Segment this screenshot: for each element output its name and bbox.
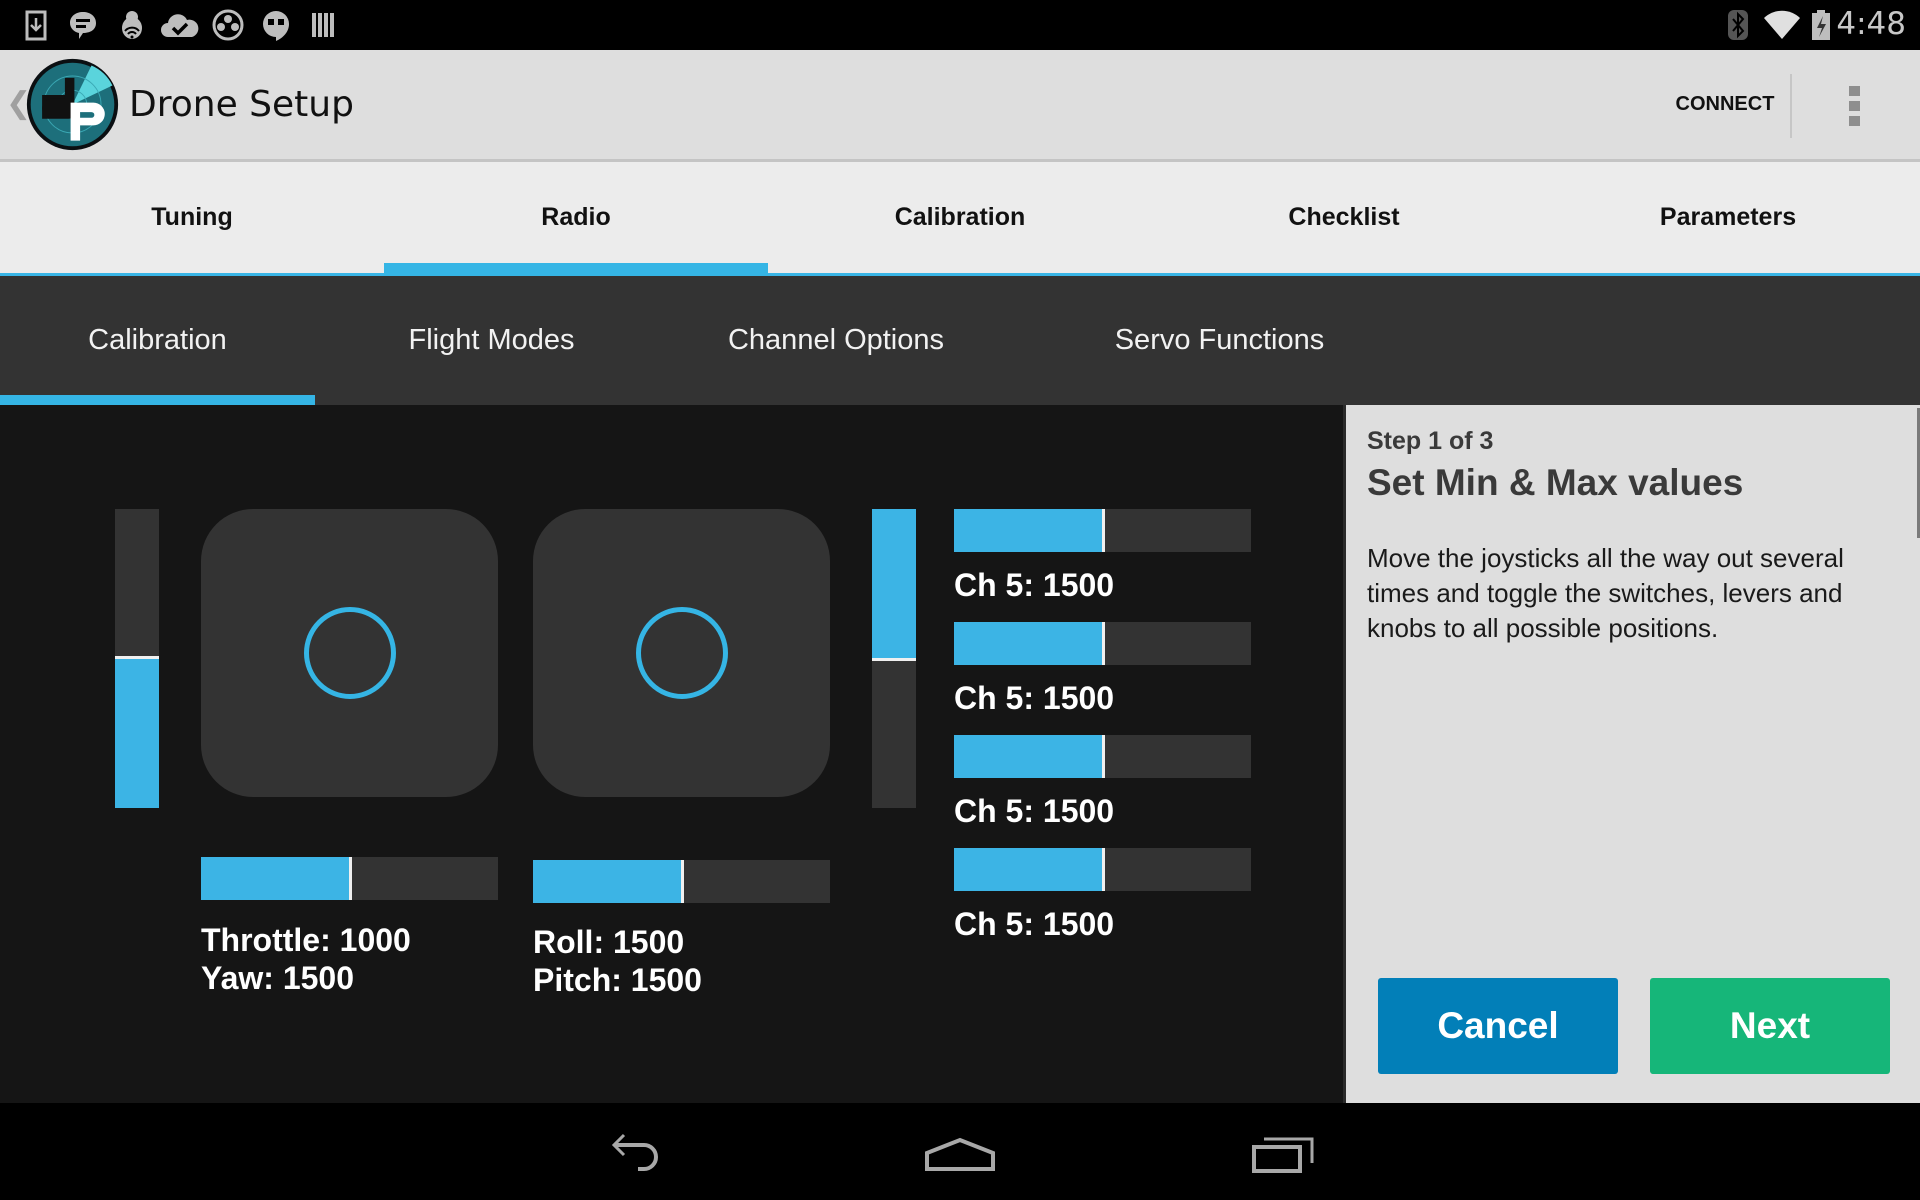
chat-icon xyxy=(70,12,96,39)
bar-fill xyxy=(954,509,1103,552)
subtab-label: Servo Functions xyxy=(1114,324,1325,356)
calibration-wizard-panel: Step 1 of 3 Set Min & Max values Move th… xyxy=(1343,405,1920,1103)
bar-marker xyxy=(1102,622,1105,665)
tab-label: Calibration xyxy=(894,203,1026,231)
overflow-dot xyxy=(1849,86,1860,96)
channel-bar xyxy=(954,509,1251,552)
subtab-label: Channel Options xyxy=(727,324,945,356)
bar-marker xyxy=(349,857,352,900)
debug-bug-icon xyxy=(122,11,142,39)
right-joystick-knob[interactable] xyxy=(636,607,728,699)
yaw-value: Yaw: 1500 xyxy=(201,960,354,996)
radio-calibration-panel: Throttle: 1000 Yaw: 1500 Roll: 1500 Pitc… xyxy=(0,405,1343,1103)
download-icon xyxy=(25,10,47,41)
roll-value: Roll: 1500 xyxy=(533,924,685,960)
channel-bar xyxy=(954,735,1251,778)
subtab-label: Calibration xyxy=(88,324,227,356)
bar-fill xyxy=(115,658,159,808)
yaw-horizontal-bar xyxy=(201,857,498,900)
bar-fill xyxy=(533,860,682,903)
action-bar-divider xyxy=(1790,74,1792,138)
tab-label: Tuning xyxy=(151,203,233,231)
selected-tab-indicator xyxy=(384,263,768,276)
status-bar: 4:48 xyxy=(0,0,1920,50)
action-bar: ❮ Drone Setup CONNECT xyxy=(0,50,1920,162)
tab-radio[interactable]: Radio xyxy=(384,162,768,276)
roll-horizontal-bar xyxy=(533,860,830,903)
bar-marker xyxy=(872,658,916,661)
bar-marker xyxy=(1102,735,1105,778)
wifi-icon xyxy=(1764,10,1800,39)
bar-fill xyxy=(954,735,1103,778)
barcode-icon xyxy=(312,13,334,37)
home-icon[interactable] xyxy=(915,1123,1005,1183)
connect-button[interactable]: CONNECT xyxy=(1660,50,1790,159)
subtab-servo-functions[interactable]: Servo Functions xyxy=(1004,276,1435,405)
selected-subtab-indicator xyxy=(0,395,315,405)
bar-fill xyxy=(954,622,1103,665)
channel-bar xyxy=(954,622,1251,665)
throttle-value: Throttle: 1000 xyxy=(201,922,411,958)
step-indicator: Step 1 of 3 xyxy=(1367,427,1494,455)
cloud-check-icon xyxy=(161,14,199,37)
circles-app-icon xyxy=(212,9,244,41)
pitch-vertical-bar xyxy=(872,509,916,808)
channel-bar xyxy=(954,848,1251,891)
overflow-dot xyxy=(1849,116,1860,126)
app-logo[interactable] xyxy=(25,57,120,152)
step-instructions: Move the joysticks all the way out sever… xyxy=(1367,543,1844,643)
navigation-bar xyxy=(0,1103,1920,1200)
next-button[interactable]: Next xyxy=(1650,978,1890,1074)
left-joystick-pad[interactable] xyxy=(201,509,498,797)
right-joystick-pad[interactable] xyxy=(533,509,830,797)
main-tab-bar: Tuning Radio Calibration Checklist Param… xyxy=(0,162,1920,276)
subtab-label: Flight Modes xyxy=(408,324,575,356)
step-title: Set Min & Max values xyxy=(1367,462,1744,503)
back-icon[interactable] xyxy=(590,1123,680,1183)
clock: 4:48 xyxy=(1836,6,1906,42)
overflow-dot xyxy=(1849,101,1860,111)
subtab-calibration[interactable]: Calibration xyxy=(0,276,315,405)
bar-marker xyxy=(681,860,684,903)
tab-checklist[interactable]: Checklist xyxy=(1152,162,1536,273)
tab-calibration[interactable]: Calibration xyxy=(768,162,1152,273)
cancel-button[interactable]: Cancel xyxy=(1378,978,1618,1074)
hangouts-icon xyxy=(263,11,289,41)
channel-value: Ch 5: 1500 xyxy=(954,906,1115,942)
channel-value: Ch 5: 1500 xyxy=(954,567,1115,603)
bar-fill xyxy=(201,857,350,900)
bar-marker xyxy=(1102,509,1105,552)
tab-parameters[interactable]: Parameters xyxy=(1536,162,1920,273)
left-joystick-knob[interactable] xyxy=(304,607,396,699)
app-title: Drone Setup xyxy=(129,84,354,125)
overflow-menu-button[interactable] xyxy=(1840,50,1870,159)
battery-charging-icon xyxy=(1812,10,1830,40)
bar-fill xyxy=(954,848,1103,891)
bar-marker xyxy=(115,656,159,659)
channel-value: Ch 5: 1500 xyxy=(954,680,1115,716)
tab-label: Radio xyxy=(541,203,611,231)
tab-tuning[interactable]: Tuning xyxy=(0,162,384,273)
tab-label: Parameters xyxy=(1659,203,1797,231)
bluetooth-icon xyxy=(1728,10,1748,40)
recent-apps-icon[interactable] xyxy=(1240,1123,1330,1183)
tab-label: Checklist xyxy=(1288,203,1400,231)
bar-marker xyxy=(1102,848,1105,891)
subtab-flight-modes[interactable]: Flight Modes xyxy=(315,276,668,405)
throttle-vertical-bar xyxy=(115,509,159,808)
bar-fill xyxy=(872,509,916,659)
subtab-channel-options[interactable]: Channel Options xyxy=(668,276,1004,405)
channel-value: Ch 5: 1500 xyxy=(954,793,1115,829)
sub-tab-bar: Calibration Flight Modes Channel Options… xyxy=(0,276,1920,405)
pitch-value: Pitch: 1500 xyxy=(533,962,702,998)
